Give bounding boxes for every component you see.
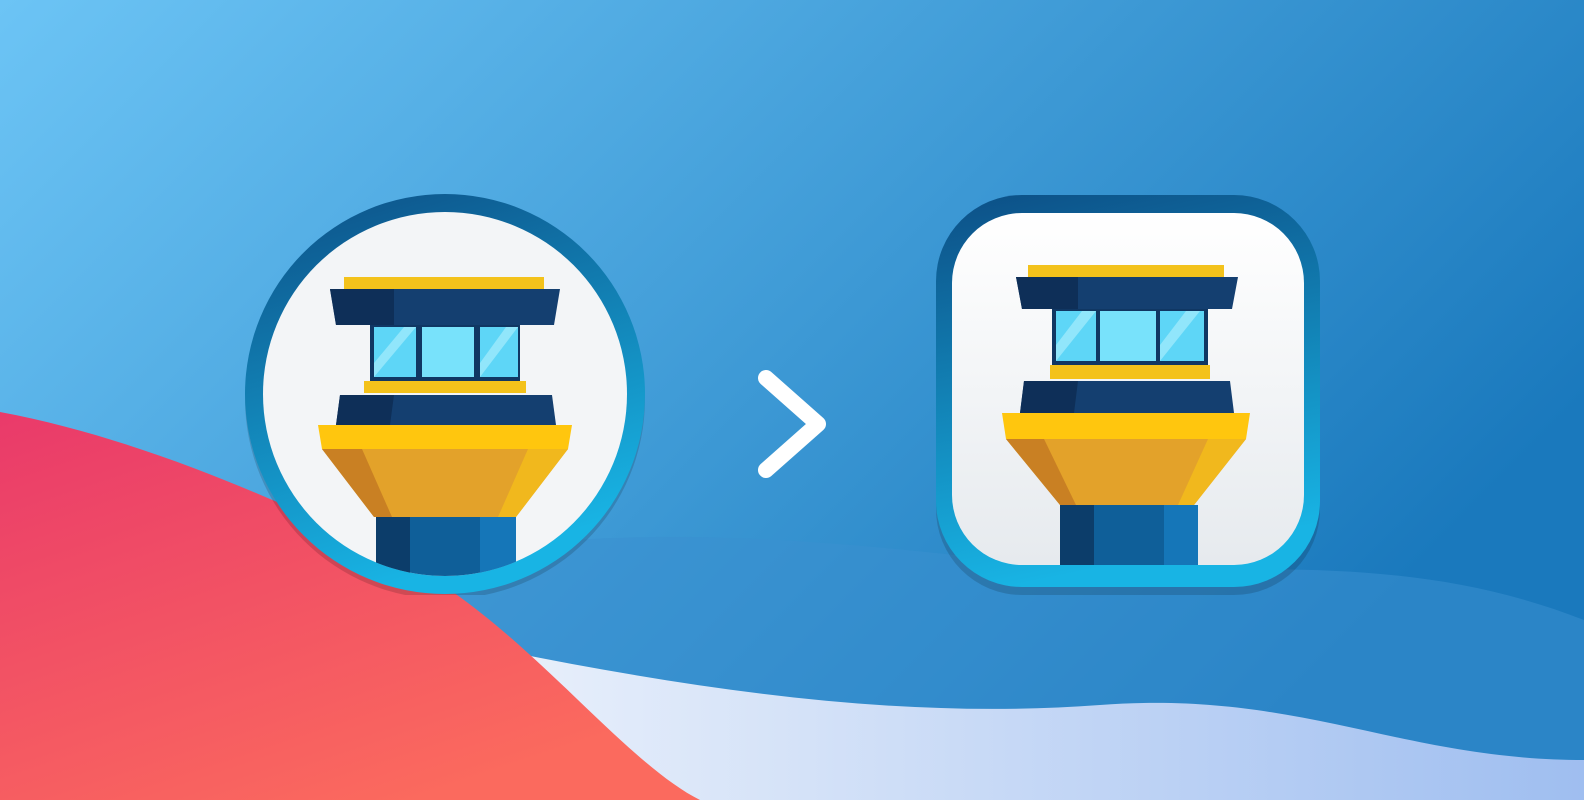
- tower-icon-round: [244, 193, 646, 599]
- tower-icon-squircle: [932, 193, 1324, 603]
- chevron-right-icon: [748, 360, 840, 490]
- banner-scene: [0, 0, 1584, 800]
